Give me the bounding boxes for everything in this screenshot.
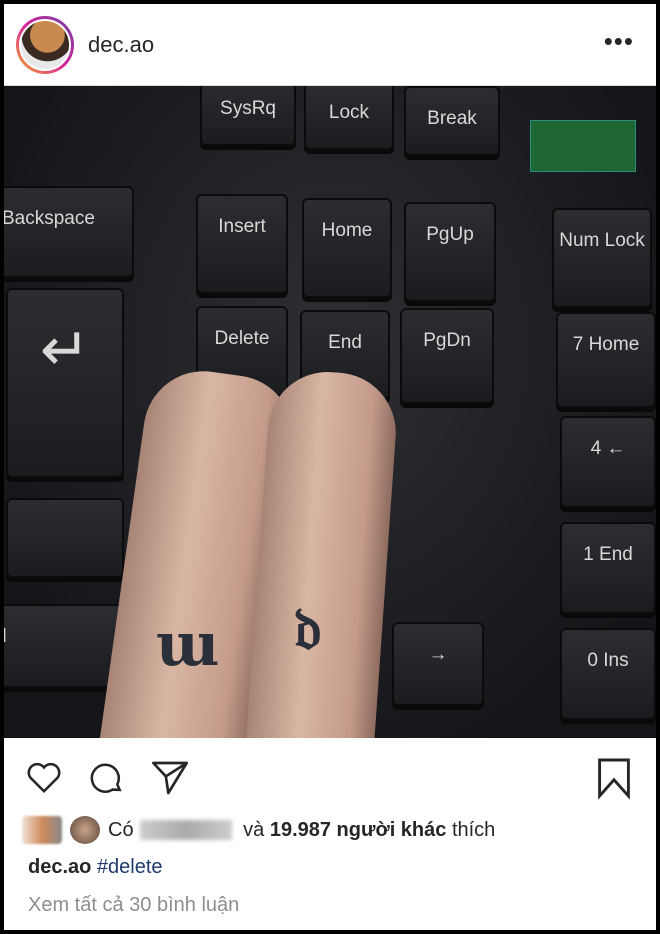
key: ↵ <box>6 288 124 478</box>
liker-avatar <box>22 816 62 844</box>
comment-icon[interactable] <box>88 758 126 798</box>
view-all-comments-link[interactable]: Xem tất cả 30 bình luận <box>28 894 239 917</box>
key <box>6 498 124 578</box>
key: 7 Home <box>556 312 656 408</box>
post-header: dec.ao ••• <box>4 4 656 86</box>
key: → <box>392 622 484 706</box>
key: Break <box>404 86 500 156</box>
share-icon[interactable] <box>150 758 190 798</box>
tattoo-glyph: 𝔡 <box>294 594 322 664</box>
tattoo-glyph: ɯ <box>156 610 220 680</box>
key: 1 End <box>560 522 656 614</box>
redacted-username <box>139 820 232 840</box>
likes-and: và <box>237 818 270 841</box>
post-photo[interactable]: SysRq Lock Break Backspace Insert Home P… <box>4 86 656 738</box>
key: Home <box>302 198 392 298</box>
hashtag-link[interactable]: #delete <box>97 856 163 878</box>
likes-prefix: Có <box>108 818 134 841</box>
action-bar <box>4 750 656 806</box>
key: PgUp <box>404 202 496 302</box>
key: SysRq <box>200 86 296 146</box>
heart-icon[interactable] <box>24 758 64 796</box>
key: Lock <box>304 86 394 150</box>
key: Insert <box>196 194 288 294</box>
key: PgDn <box>400 308 494 404</box>
username[interactable]: dec.ao <box>88 32 154 58</box>
bookmark-icon[interactable] <box>596 756 632 800</box>
likes-count[interactable]: 19.987 người khác <box>270 819 447 842</box>
key: 4 ← <box>560 416 656 508</box>
caption-username[interactable]: dec.ao <box>28 856 91 878</box>
liker-avatar <box>70 816 100 844</box>
caption: dec.ao #delete <box>28 856 163 879</box>
finger <box>244 368 400 738</box>
instagram-post: dec.ao ••• SysRq Lock Break Backspace In… <box>4 4 656 930</box>
key: Num Lock <box>552 208 652 308</box>
key: Backspace <box>4 186 134 278</box>
more-options-icon[interactable]: ••• <box>604 26 634 57</box>
keyboard-sticker <box>530 120 636 172</box>
likes-summary[interactable]: Có và 19.987 người khác thích <box>22 816 495 844</box>
key: rl <box>4 604 122 688</box>
avatar[interactable] <box>16 16 74 74</box>
key: 0 Ins <box>560 628 656 720</box>
likes-suffix: thích <box>446 818 496 841</box>
